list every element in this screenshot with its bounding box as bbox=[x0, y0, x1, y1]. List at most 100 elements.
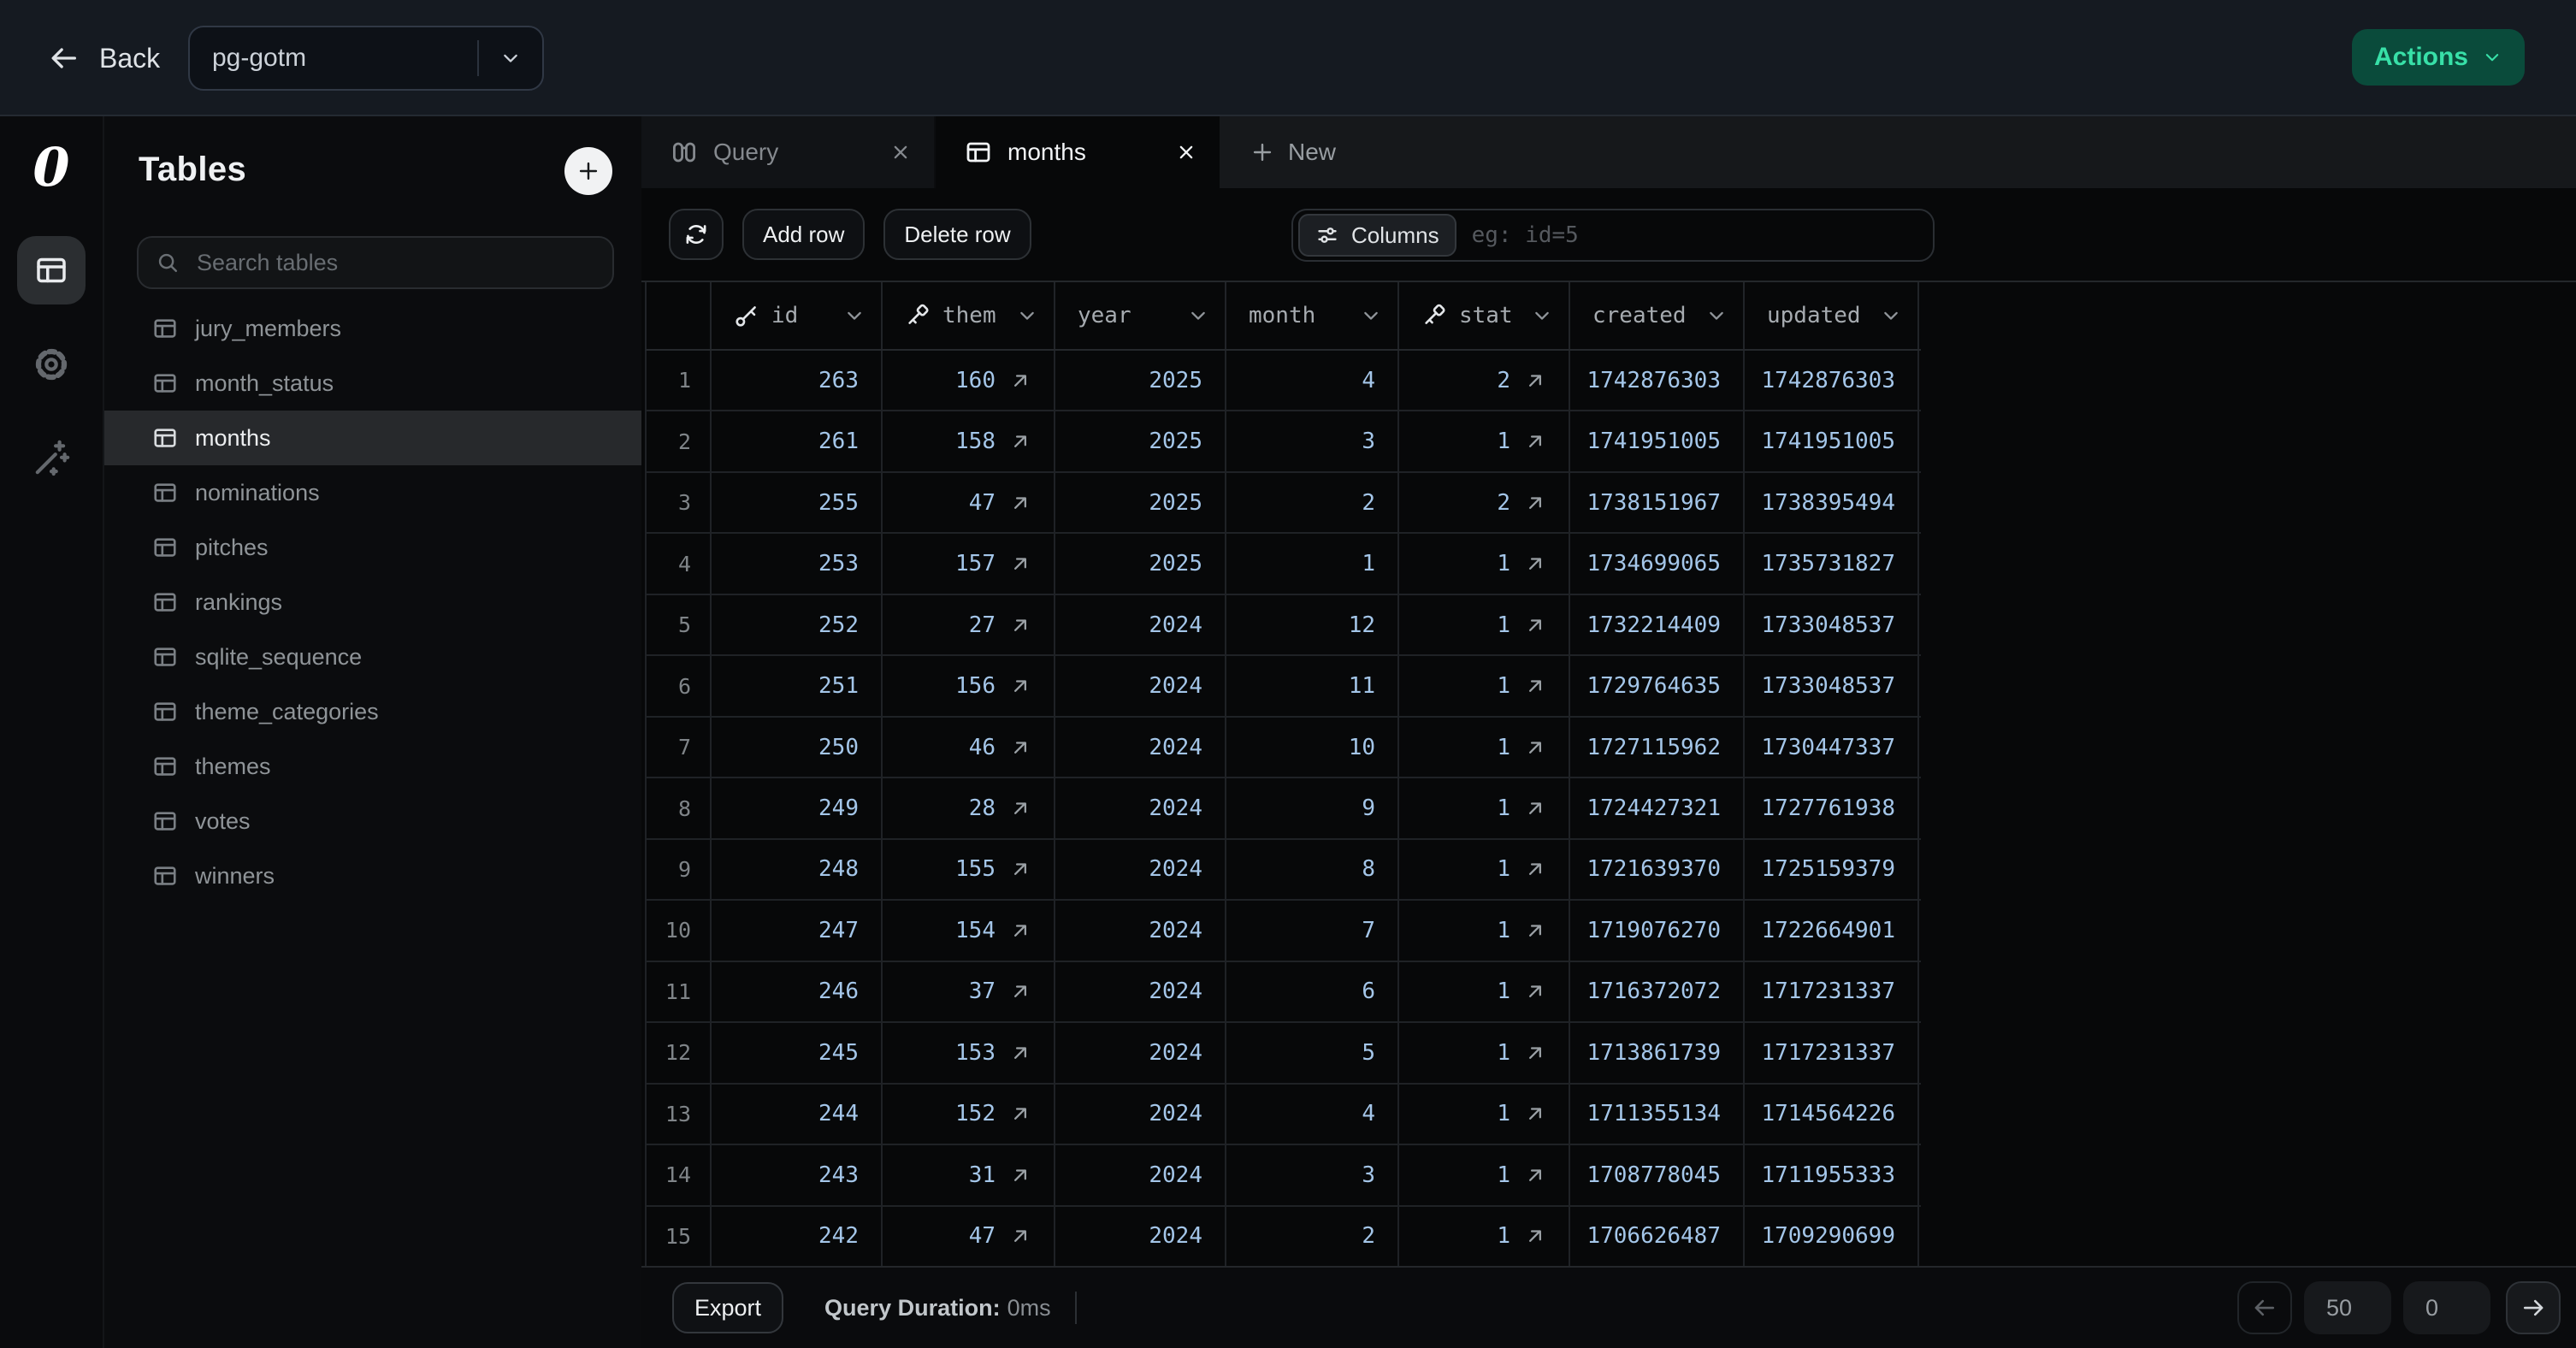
sidebar-item-nominations[interactable]: nominations bbox=[104, 465, 641, 520]
cell-theme[interactable]: 152 bbox=[883, 1085, 1055, 1144]
cell-created[interactable]: 1732214409 bbox=[1570, 595, 1745, 654]
cell-id[interactable]: 242 bbox=[712, 1207, 883, 1266]
row-number[interactable]: 15 bbox=[647, 1207, 712, 1266]
rail-item-tables[interactable] bbox=[17, 236, 86, 304]
cell-status[interactable]: 1 bbox=[1399, 595, 1570, 654]
cell-updated[interactable]: 1722664901 bbox=[1745, 901, 1919, 960]
foreign-key-link-icon[interactable] bbox=[1524, 675, 1546, 697]
foreign-key-link-icon[interactable] bbox=[1524, 492, 1546, 514]
row-number[interactable]: 2 bbox=[647, 411, 712, 470]
cell-theme[interactable]: 153 bbox=[883, 1023, 1055, 1082]
foreign-key-link-icon[interactable] bbox=[1524, 980, 1546, 1002]
cell-created[interactable]: 1741951005 bbox=[1570, 411, 1745, 470]
row-number[interactable]: 1 bbox=[647, 351, 712, 410]
chevron-down-icon[interactable] bbox=[843, 304, 866, 327]
row-number[interactable]: 5 bbox=[647, 595, 712, 654]
column-header-theme[interactable]: them bbox=[883, 282, 1055, 349]
cell-status[interactable]: 1 bbox=[1399, 534, 1570, 593]
cell-updated[interactable]: 1709290699 bbox=[1745, 1207, 1919, 1266]
cell-id[interactable]: 247 bbox=[712, 901, 883, 960]
tab-query[interactable]: Query bbox=[641, 116, 936, 188]
cell-year[interactable]: 2024 bbox=[1055, 962, 1226, 1021]
chevron-down-icon[interactable] bbox=[1880, 304, 1902, 327]
cell-year[interactable]: 2024 bbox=[1055, 1207, 1226, 1266]
cell-theme[interactable]: 31 bbox=[883, 1145, 1055, 1204]
cell-updated[interactable]: 1730447337 bbox=[1745, 718, 1919, 777]
cell-month[interactable]: 3 bbox=[1226, 1145, 1399, 1204]
foreign-key-link-icon[interactable] bbox=[1009, 1042, 1031, 1064]
cell-created[interactable]: 1711355134 bbox=[1570, 1085, 1745, 1144]
add-row-button[interactable]: Add row bbox=[742, 209, 865, 260]
foreign-key-link-icon[interactable] bbox=[1524, 736, 1546, 759]
cell-updated[interactable]: 1717231337 bbox=[1745, 1023, 1919, 1082]
foreign-key-link-icon[interactable] bbox=[1524, 1164, 1546, 1186]
database-selector[interactable]: pg-gotm bbox=[188, 26, 544, 91]
cell-created[interactable]: 1734699065 bbox=[1570, 534, 1745, 593]
close-icon[interactable] bbox=[889, 141, 912, 163]
foreign-key-link-icon[interactable] bbox=[1009, 1225, 1031, 1247]
refresh-button[interactable] bbox=[669, 209, 724, 260]
row-number[interactable]: 6 bbox=[647, 656, 712, 715]
back-button[interactable]: Back bbox=[48, 0, 160, 116]
cell-created[interactable]: 1719076270 bbox=[1570, 901, 1745, 960]
cell-month[interactable]: 1 bbox=[1226, 534, 1399, 593]
cell-theme[interactable]: 27 bbox=[883, 595, 1055, 654]
cell-year[interactable]: 2024 bbox=[1055, 840, 1226, 899]
cell-id[interactable]: 263 bbox=[712, 351, 883, 410]
cell-theme[interactable]: 46 bbox=[883, 718, 1055, 777]
row-number[interactable]: 8 bbox=[647, 778, 712, 837]
cell-year[interactable]: 2025 bbox=[1055, 351, 1226, 410]
cell-year[interactable]: 2024 bbox=[1055, 1085, 1226, 1144]
cell-updated[interactable]: 1733048537 bbox=[1745, 656, 1919, 715]
cell-created[interactable]: 1708778045 bbox=[1570, 1145, 1745, 1204]
add-table-button[interactable] bbox=[564, 147, 612, 195]
row-number-header[interactable] bbox=[647, 282, 712, 349]
foreign-key-link-icon[interactable] bbox=[1009, 675, 1031, 697]
cell-status[interactable]: 1 bbox=[1399, 718, 1570, 777]
cell-status[interactable]: 1 bbox=[1399, 1023, 1570, 1082]
cell-created[interactable]: 1716372072 bbox=[1570, 962, 1745, 1021]
column-header-status[interactable]: stat bbox=[1399, 282, 1570, 349]
cell-id[interactable]: 248 bbox=[712, 840, 883, 899]
cell-month[interactable]: 5 bbox=[1226, 1023, 1399, 1082]
cell-id[interactable]: 261 bbox=[712, 411, 883, 470]
cell-month[interactable]: 3 bbox=[1226, 411, 1399, 470]
cell-id[interactable]: 253 bbox=[712, 534, 883, 593]
page-size-input[interactable] bbox=[2304, 1281, 2391, 1334]
foreign-key-link-icon[interactable] bbox=[1524, 858, 1546, 880]
foreign-key-link-icon[interactable] bbox=[1524, 370, 1546, 392]
cell-year[interactable]: 2024 bbox=[1055, 901, 1226, 960]
row-number[interactable]: 12 bbox=[647, 1023, 712, 1082]
cell-updated[interactable]: 1727761938 bbox=[1745, 778, 1919, 837]
cell-status[interactable]: 1 bbox=[1399, 1085, 1570, 1144]
cell-updated[interactable]: 1741951005 bbox=[1745, 411, 1919, 470]
cell-id[interactable]: 243 bbox=[712, 1145, 883, 1204]
delete-row-button[interactable]: Delete row bbox=[883, 209, 1031, 260]
cell-month[interactable]: 2 bbox=[1226, 1207, 1399, 1266]
cell-created[interactable]: 1742876303 bbox=[1570, 351, 1745, 410]
sidebar-item-votes[interactable]: votes bbox=[104, 794, 641, 848]
chevron-down-icon[interactable] bbox=[1705, 304, 1728, 327]
foreign-key-link-icon[interactable] bbox=[1524, 553, 1546, 575]
sidebar-item-jury_members[interactable]: jury_members bbox=[104, 301, 641, 356]
export-button[interactable]: Export bbox=[672, 1282, 783, 1333]
foreign-key-link-icon[interactable] bbox=[1009, 370, 1031, 392]
sidebar-item-month_status[interactable]: month_status bbox=[104, 356, 641, 411]
column-header-id[interactable]: id bbox=[712, 282, 883, 349]
foreign-key-link-icon[interactable] bbox=[1524, 797, 1546, 819]
row-number[interactable]: 10 bbox=[647, 901, 712, 960]
column-header-year[interactable]: year bbox=[1055, 282, 1226, 349]
row-number[interactable]: 13 bbox=[647, 1085, 712, 1144]
cell-updated[interactable]: 1742876303 bbox=[1745, 351, 1919, 410]
foreign-key-link-icon[interactable] bbox=[1009, 553, 1031, 575]
cell-month[interactable]: 4 bbox=[1226, 351, 1399, 410]
cell-month[interactable]: 7 bbox=[1226, 901, 1399, 960]
search-tables-input[interactable] bbox=[193, 248, 595, 278]
foreign-key-link-icon[interactable] bbox=[1009, 492, 1031, 514]
cell-status[interactable]: 1 bbox=[1399, 1145, 1570, 1204]
foreign-key-link-icon[interactable] bbox=[1009, 797, 1031, 819]
previous-page-button[interactable] bbox=[2237, 1281, 2292, 1334]
column-header-updated[interactable]: updated bbox=[1745, 282, 1919, 349]
cell-status[interactable]: 1 bbox=[1399, 840, 1570, 899]
sidebar-item-months[interactable]: months bbox=[104, 411, 641, 465]
